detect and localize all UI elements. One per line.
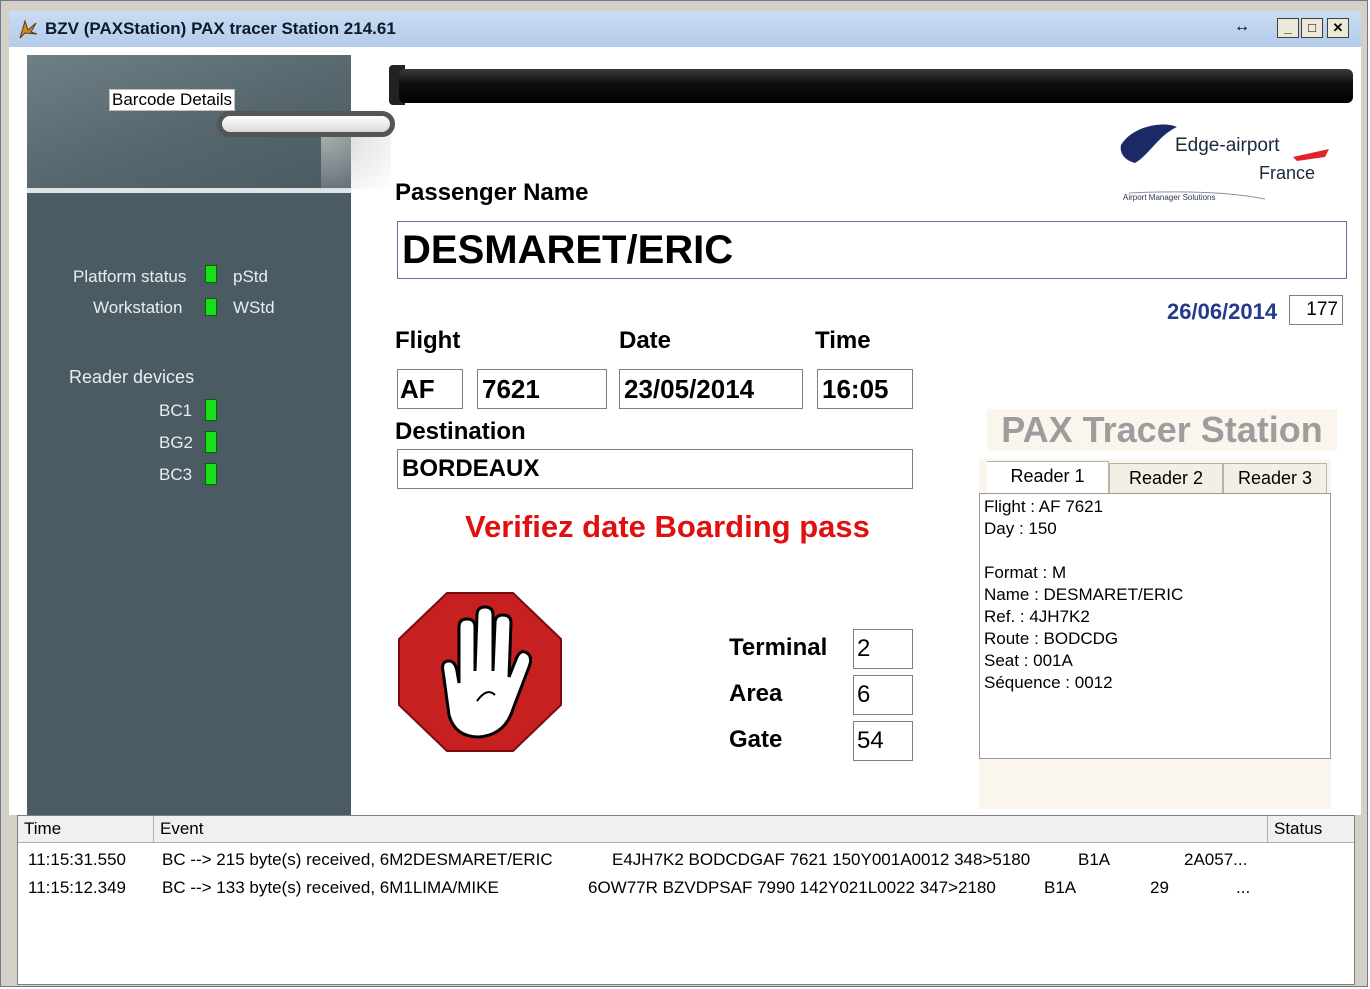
flight-date-field[interactable]: 23/05/2014: [619, 369, 803, 409]
event-row-1-event[interactable]: BC --> 215 byte(s) received, 6M2DESMARET…: [162, 850, 553, 870]
reader-bg2-indicator: [205, 431, 217, 453]
reader-route: Route : BODCDG: [984, 629, 1119, 648]
tab-reader-1[interactable]: Reader 1: [987, 461, 1109, 493]
app-icon: [19, 19, 38, 39]
column-header-time[interactable]: Time: [18, 816, 154, 842]
event-row-1-data[interactable]: E4JH7K2 BODCDGAF 7621 150Y001A0012 348>5…: [612, 850, 1030, 870]
flight-label: Flight: [395, 327, 461, 354]
time-label: Time: [815, 327, 871, 354]
event-row-1-code[interactable]: B1A: [1078, 850, 1110, 870]
reader-1-details: Flight : AF 7621 Day : 150 Format : M Na…: [979, 493, 1331, 759]
tab-reader-3[interactable]: Reader 3: [1223, 463, 1327, 493]
panel-divider: [27, 188, 351, 193]
date-label: Date: [619, 327, 672, 354]
logo-name-line: Edge-airport: [1175, 135, 1280, 156]
reader-flight: Flight : AF 7621: [984, 497, 1104, 516]
logo-country-line: France: [1259, 163, 1316, 183]
barcode-details-label: Barcode Details: [109, 89, 236, 111]
event-row-2-time[interactable]: 11:15:12.349: [28, 878, 126, 898]
current-date: 26/06/2014: [1167, 299, 1278, 324]
area-label: Area: [729, 680, 783, 707]
logo-tagline: Airport Manager Solutions: [1123, 193, 1216, 202]
column-header-status[interactable]: Status: [1268, 816, 1354, 842]
main-area: Barcode Details Platform status pStd Wor…: [9, 47, 1361, 815]
area-field[interactable]: 6: [853, 675, 913, 715]
window-title: BZV (PAXStation) PAX tracer Station 214.…: [45, 19, 396, 38]
reader-bg2-label: BG2: [159, 433, 194, 452]
flight-number-field[interactable]: 7621: [477, 369, 607, 409]
reader-blank-line: [984, 540, 1326, 562]
events-table-header: Time Event Status: [18, 816, 1354, 843]
reader-bc3-indicator: [205, 463, 217, 485]
minimize-button[interactable]: _: [1277, 18, 1299, 38]
reader-format: Format : M: [984, 563, 1067, 582]
events-table[interactable]: Time Event Status 11:15:31.550 BC --> 21…: [17, 815, 1355, 985]
gate-field[interactable]: 54: [853, 721, 913, 761]
gate-label: Gate: [729, 726, 783, 753]
destination-label: Destination: [395, 418, 526, 445]
terminal-field[interactable]: 2: [853, 629, 913, 669]
tab-reader-2[interactable]: Reader 2: [1109, 463, 1223, 493]
workstation-label: Workstation: [93, 298, 183, 317]
stop-hand-icon: [398, 592, 562, 752]
platform-status-indicator: [205, 265, 217, 283]
workstation-code: WStd: [233, 298, 275, 317]
reader-name: Name : DESMARET/ERIC: [984, 585, 1184, 604]
reader-bc1-indicator: [205, 399, 217, 421]
platform-status-code: pStd: [233, 267, 268, 286]
reader-ref: Ref. : 4JH7K2: [984, 607, 1090, 626]
ring-binder-decoration: [217, 111, 395, 137]
app-window: BZV (PAXStation) PAX tracer Station 214.…: [0, 0, 1368, 987]
passenger-counter: 177: [1289, 295, 1343, 325]
left-status-panel: Barcode Details Platform status pStd Wor…: [27, 55, 351, 815]
event-row-1-time[interactable]: 11:15:31.550: [28, 850, 126, 870]
workstation-indicator: [205, 298, 217, 316]
event-row-2-extra[interactable]: 29: [1150, 878, 1169, 898]
event-row-2-code[interactable]: B1A: [1044, 878, 1076, 898]
event-row-2-data[interactable]: 6OW77R BZVDPSAF 7990 142Y021L0022 347>21…: [588, 878, 996, 898]
event-row-1-extra[interactable]: 2A057...: [1184, 850, 1247, 870]
reader-devices-label: Reader devices: [69, 367, 195, 387]
passenger-name-label: Passenger Name: [395, 179, 589, 206]
flight-time-field[interactable]: 16:05: [817, 369, 913, 409]
platform-status-label: Platform status: [73, 267, 187, 286]
title-bar[interactable]: BZV (PAXStation) PAX tracer Station 214.…: [9, 11, 1361, 47]
destination-field[interactable]: BORDEAUX: [397, 449, 913, 489]
reader-sequence: Séquence : 0012: [984, 673, 1113, 692]
maximize-button[interactable]: □: [1301, 18, 1323, 38]
reader-bc1-label: BC1: [159, 401, 193, 420]
reader-day: Day : 150: [984, 519, 1057, 538]
passenger-name-field[interactable]: DESMARET/ERIC: [397, 221, 1347, 279]
reader-bc3-label: BC3: [159, 465, 193, 484]
warning-message: Verifiez date Boarding pass: [465, 509, 870, 544]
reader-seat: Seat : 001A: [984, 651, 1073, 670]
reader-tabs: Reader 1 Reader 2 Reader 3 Flight : AF 7…: [979, 459, 1331, 809]
header-bar: [399, 69, 1353, 103]
station-title: PAX Tracer Station: [987, 409, 1337, 451]
ring-shadow: [321, 129, 391, 189]
close-button[interactable]: ✕: [1327, 18, 1349, 38]
event-row-2-event[interactable]: BC --> 133 byte(s) received, 6M1LIMA/MIK…: [162, 878, 499, 898]
resize-icon[interactable]: ↔: [1231, 18, 1253, 38]
airline-code-field[interactable]: AF: [397, 369, 463, 409]
terminal-label: Terminal: [729, 634, 828, 661]
event-row-2-ellipsis[interactable]: ...: [1236, 878, 1250, 898]
column-header-event[interactable]: Event: [154, 816, 1268, 842]
